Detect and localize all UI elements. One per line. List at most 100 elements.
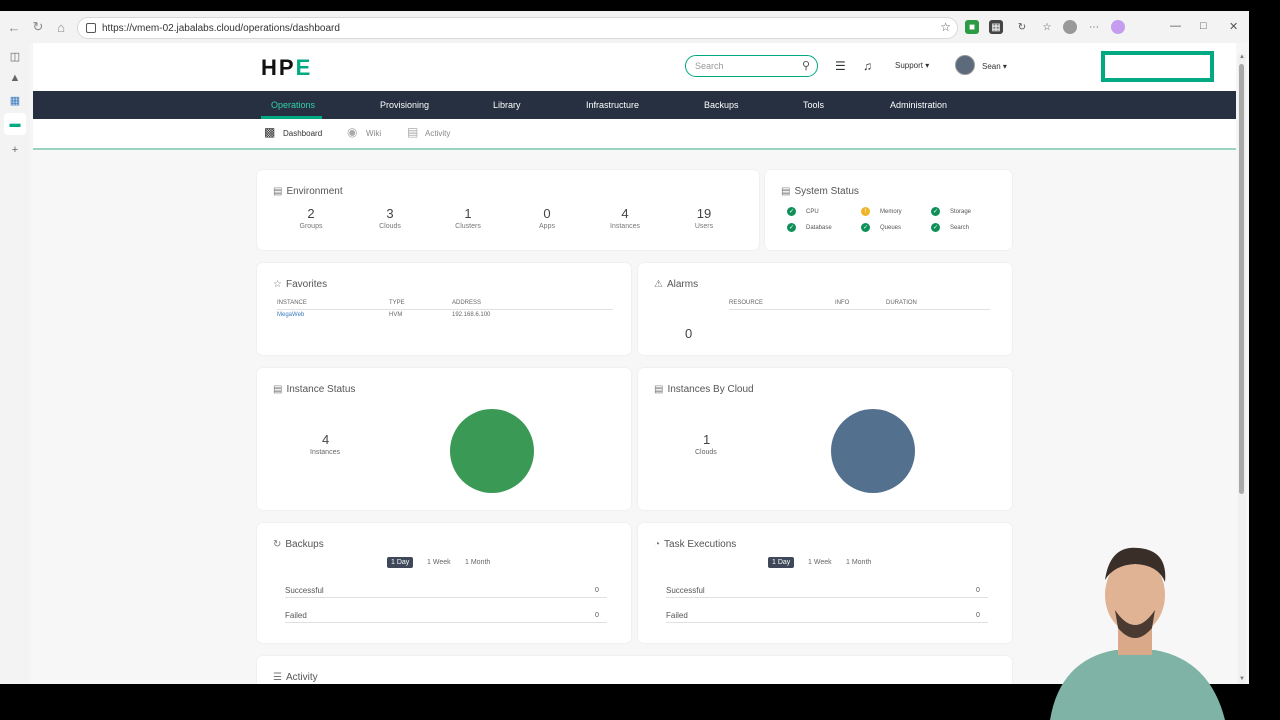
range-1-week[interactable]: 1 Week (427, 559, 451, 566)
nav-provisioning[interactable]: Provisioning (380, 100, 429, 110)
home-icon[interactable]: ⌂ (51, 17, 71, 37)
close-icon[interactable]: ✕ (1229, 20, 1238, 33)
table-cell: 192.168.6.100 (452, 312, 491, 318)
bell-icon[interactable]: ♫ (863, 59, 872, 73)
range-1-month[interactable]: 1 Month (465, 559, 490, 566)
app-header: HPE Search ⚲ ☰ ♫ Support ▾ Sean ▾ (33, 43, 1236, 91)
instances-by-cloud-pie[interactable] (831, 409, 915, 493)
stat-instances[interactable]: 4 Instances (595, 206, 655, 230)
check-icon: ✓ (931, 207, 940, 216)
more-icon[interactable]: ⋯ (1087, 20, 1101, 34)
clouds-count: 1 (703, 432, 711, 447)
nav-backups[interactable]: Backups (704, 100, 739, 110)
hpe-logo[interactable]: HPE (261, 55, 312, 81)
card-title: Task Executions (664, 539, 737, 550)
check-icon: ✓ (861, 223, 870, 232)
url-text: https://vmem-02.jabalabs.cloud/operation… (102, 22, 340, 34)
avatar[interactable] (955, 55, 975, 75)
subnav-wiki[interactable]: Wiki (366, 129, 381, 138)
clouds-label: Clouds (695, 449, 717, 456)
extension-icon[interactable]: ▦ (989, 20, 1003, 34)
column-header: DURATION (886, 300, 917, 306)
sidebar-app-icon[interactable]: ▦ (8, 93, 22, 107)
back-icon[interactable]: ← (4, 17, 24, 37)
range-1-day[interactable]: 1 Day (387, 557, 414, 568)
stat-groups[interactable]: 2 Groups (281, 206, 341, 230)
activity-card: ☰ Activity (257, 656, 1012, 684)
extension-icon[interactable]: ↻ (1015, 20, 1029, 34)
divider (277, 309, 613, 310)
instance-status-pie[interactable] (450, 409, 534, 493)
range-1-day[interactable]: 1 Day (768, 557, 795, 568)
sync-icon: ↻ (273, 539, 282, 550)
browser-sidebar: ◫ ▲ ▦ ▬ + (0, 43, 30, 684)
nav-administration[interactable]: Administration (890, 100, 947, 110)
stat-users[interactable]: 19 Users (674, 206, 734, 230)
divider (666, 622, 988, 623)
card-title: Instances By Cloud (667, 384, 754, 395)
sidebar-app-icon[interactable]: ▬ (8, 117, 22, 131)
profile-icon[interactable] (1063, 20, 1077, 34)
search-input[interactable]: Search ⚲ (685, 55, 818, 77)
subnav-dashboard[interactable]: Dashboard (283, 129, 322, 138)
tasks-failed-value: 0 (976, 612, 980, 619)
maximize-icon[interactable]: □ (1200, 20, 1207, 32)
tasks-successful-value: 0 (976, 587, 980, 594)
nav-tools[interactable]: Tools (803, 100, 824, 110)
extension-icon[interactable]: ■ (965, 20, 979, 34)
scroll-up-icon[interactable]: ▲ (1238, 54, 1246, 60)
stat-apps[interactable]: 0 Apps (517, 206, 577, 230)
divider (729, 309, 990, 310)
minimize-icon[interactable]: — (1170, 20, 1181, 32)
warning-icon: ⚠ (654, 279, 663, 290)
refresh-icon[interactable]: ↻ (28, 17, 48, 37)
tasks-failed-label: Failed (666, 611, 688, 620)
column-header: TYPE (389, 300, 405, 306)
status-search: ✓ Search (931, 223, 970, 232)
backups-successful-label: Successful (285, 586, 324, 595)
backups-failed-value: 0 (595, 612, 599, 619)
range-1-week[interactable]: 1 Week (808, 559, 832, 566)
favorite-star-icon[interactable]: ☆ (940, 20, 951, 34)
server-icon: ▤ (273, 384, 283, 395)
status-database: ✓ Database (787, 223, 832, 232)
alarms-card: ⚠ Alarms RESOURCE INFO DURATION 0 (638, 263, 1012, 355)
backups-failed-label: Failed (285, 611, 307, 620)
sidebar-app-icon[interactable]: ▲ (8, 71, 22, 85)
nav-operations[interactable]: Operations (271, 100, 315, 110)
tabs-icon[interactable]: ◫ (8, 49, 22, 63)
divider (285, 597, 607, 598)
instances-label: Instances (310, 449, 340, 456)
copilot-icon[interactable] (1111, 20, 1125, 34)
stat-clusters[interactable]: 1 Clusters (438, 206, 498, 230)
card-title: Favorites (285, 279, 328, 290)
card-title: System Status (794, 186, 859, 197)
warning-icon: ! (861, 207, 870, 216)
backups-successful-value: 0 (595, 587, 599, 594)
subnav-activity[interactable]: Activity (425, 129, 450, 138)
search-icon[interactable]: ⚲ (802, 59, 810, 72)
main-nav: Operations Provisioning Library Infrastr… (33, 91, 1236, 119)
add-icon[interactable]: + (8, 143, 22, 157)
column-header: RESOURCE (729, 300, 764, 306)
activity-icon: ▤ (407, 125, 419, 139)
user-menu[interactable]: Sean ▾ (982, 62, 1007, 71)
address-bar[interactable]: https://vmem-02.jabalabs.cloud/operation… (77, 17, 958, 39)
column-header: INFO (835, 300, 850, 306)
nav-library[interactable]: Library (493, 100, 521, 110)
status-storage: ✓ Storage (931, 207, 972, 216)
sub-nav: ▩ Dashboard ◉ Wiki ▤ Activity (33, 119, 1236, 150)
favorites-icon[interactable]: ☆ (1040, 20, 1054, 34)
support-menu[interactable]: Support ▾ (895, 61, 929, 70)
nav-infrastructure[interactable]: Infrastructure (586, 100, 639, 110)
instances-by-cloud-card: ▤ Instances By Cloud 1 Clouds (638, 368, 1012, 510)
range-1-month[interactable]: 1 Month (846, 559, 871, 566)
list-icon[interactable]: ☰ (835, 59, 846, 73)
tasks-successful-label: Successful (666, 586, 705, 595)
search-placeholder: Search (695, 61, 724, 71)
scrollbar-thumb[interactable] (1239, 64, 1244, 494)
instances-count: 4 (322, 432, 330, 447)
stat-clouds[interactable]: 3 Clouds (360, 206, 420, 230)
card-title: Alarms (666, 279, 699, 290)
instance-link[interactable]: MegaWeb (277, 312, 304, 318)
